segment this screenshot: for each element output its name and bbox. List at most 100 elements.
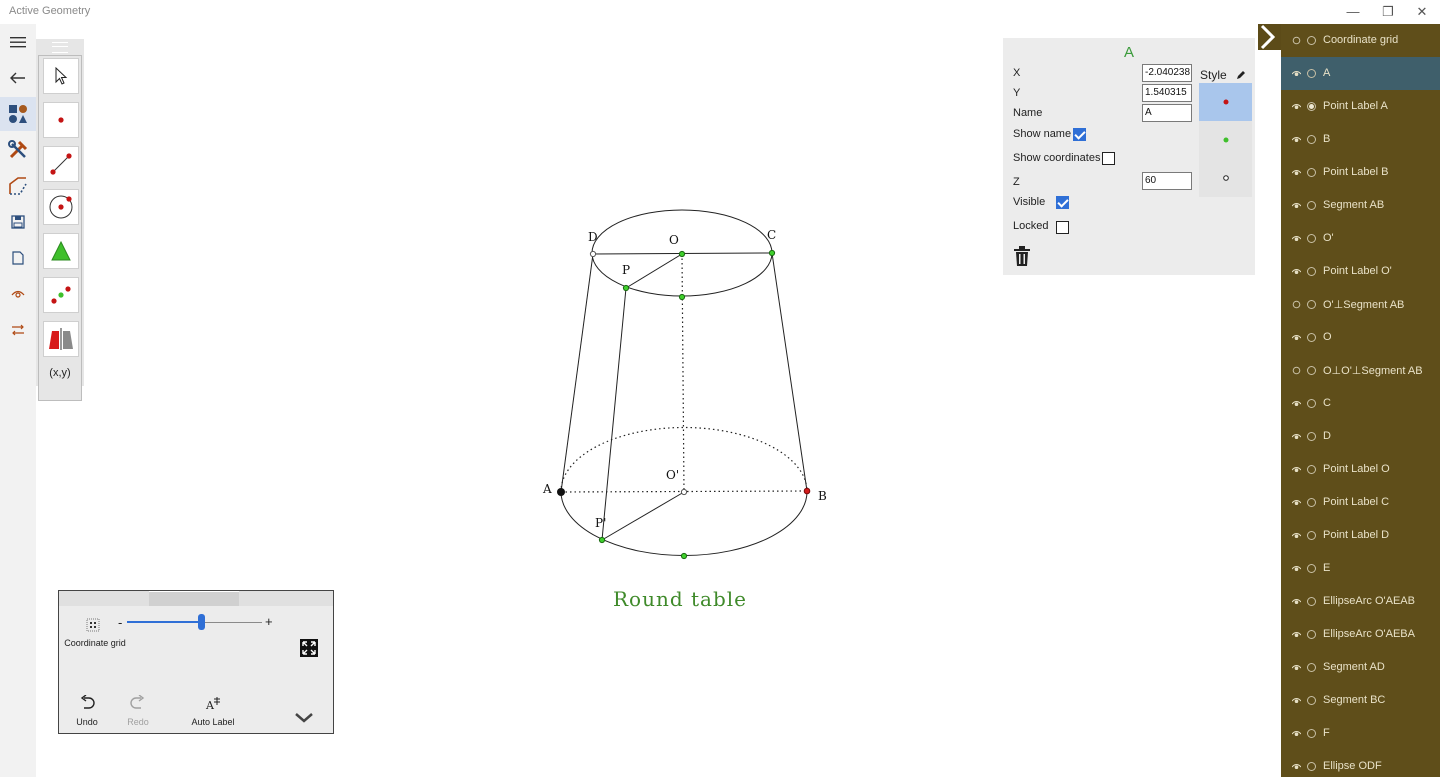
label-toggle-icon[interactable]	[1307, 234, 1316, 243]
transform-button[interactable]	[0, 169, 36, 203]
label-toggle-icon[interactable]	[1307, 564, 1316, 573]
eye-icon[interactable]	[1292, 465, 1301, 474]
label-o-prime[interactable]: O'	[666, 468, 679, 482]
object-list-row[interactable]: O'	[1281, 222, 1440, 255]
coordinate-grid-toggle[interactable]	[86, 618, 100, 632]
label-toggle-icon[interactable]	[1307, 102, 1316, 111]
delete-button[interactable]	[1013, 246, 1031, 266]
segment-tool[interactable]	[43, 146, 79, 182]
point-p-prime[interactable]	[598, 536, 606, 544]
object-list-row[interactable]: EllipseArc O'AEAB	[1281, 585, 1440, 618]
point-o[interactable]	[678, 250, 686, 258]
close-button[interactable]: ✕	[1407, 3, 1437, 21]
object-list-row[interactable]: Coordinate grid	[1281, 24, 1440, 57]
style-option-white[interactable]	[1199, 159, 1252, 197]
style-option-red[interactable]	[1199, 83, 1252, 121]
label-c[interactable]: C	[767, 228, 776, 242]
label-toggle-icon[interactable]	[1307, 531, 1316, 540]
label-a[interactable]: A	[542, 482, 552, 496]
save-button[interactable]	[0, 205, 36, 239]
auto-label-button[interactable]: A	[205, 696, 221, 712]
segment-pp[interactable]	[601, 287, 627, 541]
segment-bc[interactable]	[771, 252, 808, 492]
zoom-slider-thumb[interactable]	[198, 614, 206, 630]
label-toggle-icon[interactable]	[1307, 432, 1316, 441]
fullscreen-button[interactable]	[300, 639, 318, 657]
label-toggle-icon[interactable]	[1307, 696, 1316, 705]
label-p[interactable]: P	[622, 263, 630, 277]
palette-grip[interactable]	[52, 42, 68, 53]
back-button[interactable]	[0, 61, 36, 95]
point-b[interactable]	[803, 487, 811, 495]
object-list-row[interactable]: F	[1281, 717, 1440, 750]
bottom-back-arc[interactable]	[560, 426, 808, 493]
eye-icon[interactable]	[1292, 663, 1301, 672]
point-o-prime[interactable]	[680, 488, 688, 496]
object-list-row[interactable]: Segment AB	[1281, 189, 1440, 222]
label-toggle-icon[interactable]	[1307, 597, 1316, 606]
label-toggle-icon[interactable]	[1307, 465, 1316, 474]
object-list-row[interactable]: Point Label A	[1281, 90, 1440, 123]
label-toggle-icon[interactable]	[1307, 36, 1316, 45]
point-tool[interactable]	[43, 102, 79, 138]
object-list-row[interactable]: O	[1281, 321, 1440, 354]
z-field[interactable]: 60	[1142, 172, 1192, 190]
zoom-out-button[interactable]: -	[118, 615, 122, 630]
label-o[interactable]: O	[669, 233, 679, 247]
eye-icon[interactable]	[1292, 597, 1301, 606]
eye-icon[interactable]	[1292, 432, 1301, 441]
label-toggle-icon[interactable]	[1307, 729, 1316, 738]
minimize-button[interactable]: —	[1338, 3, 1368, 21]
object-list-row[interactable]: C	[1281, 387, 1440, 420]
eye-off-icon[interactable]	[1292, 36, 1301, 45]
label-toggle-icon[interactable]	[1307, 333, 1316, 342]
label-toggle-icon[interactable]	[1307, 498, 1316, 507]
zoom-in-button[interactable]: +	[265, 614, 273, 629]
restore-button[interactable]: ❐	[1373, 3, 1403, 21]
label-toggle-icon[interactable]	[1307, 300, 1316, 309]
collapse-panel-button[interactable]	[1258, 24, 1281, 50]
zoom-slider-track[interactable]	[127, 614, 262, 630]
point-c[interactable]	[768, 249, 776, 257]
object-list-row[interactable]: A	[1281, 57, 1440, 90]
locked-checkbox[interactable]	[1056, 221, 1069, 234]
y-field[interactable]: 1.540315	[1142, 84, 1192, 102]
eye-icon[interactable]	[1292, 564, 1301, 573]
label-toggle-icon[interactable]	[1307, 267, 1316, 276]
expand-panel-button[interactable]	[294, 711, 314, 723]
polygon-tool[interactable]	[43, 233, 79, 269]
label-b[interactable]: B	[818, 489, 827, 503]
undo-button[interactable]	[79, 694, 95, 711]
eye-icon[interactable]	[1292, 696, 1301, 705]
label-toggle-icon[interactable]	[1307, 630, 1316, 639]
segment-ad[interactable]	[560, 253, 594, 493]
segment-opp[interactable]	[601, 491, 685, 541]
label-d[interactable]: D	[588, 230, 598, 244]
figure-title[interactable]: Round table	[560, 587, 800, 611]
eye-icon[interactable]	[1292, 69, 1301, 78]
object-list-row[interactable]: Segment BC	[1281, 684, 1440, 717]
point-d[interactable]	[589, 250, 597, 258]
object-list-row[interactable]: Point Label O	[1281, 453, 1440, 486]
object-list-row[interactable]: Point Label O'	[1281, 255, 1440, 288]
point-p[interactable]	[622, 284, 630, 292]
label-toggle-icon[interactable]	[1307, 201, 1316, 210]
eye-off-icon[interactable]	[1292, 366, 1301, 375]
object-list-row[interactable]: D	[1281, 420, 1440, 453]
zoom-panel-grip[interactable]	[149, 591, 239, 606]
eye-icon[interactable]	[1292, 498, 1301, 507]
eye-icon[interactable]	[1292, 135, 1301, 144]
swap-button[interactable]	[0, 313, 36, 347]
object-list-row[interactable]: Ellipse ODF	[1281, 750, 1440, 777]
circle-tool[interactable]	[43, 189, 79, 225]
eye-icon[interactable]	[1292, 531, 1301, 540]
eye-icon[interactable]	[1292, 630, 1301, 639]
edit-style-button[interactable]	[1236, 67, 1246, 79]
name-field[interactable]: A	[1142, 104, 1192, 122]
object-list-row[interactable]: EllipseArc O'AEBA	[1281, 618, 1440, 651]
eye-icon[interactable]	[1292, 168, 1301, 177]
object-list-row[interactable]: Point Label D	[1281, 519, 1440, 552]
eye-icon[interactable]	[1292, 729, 1301, 738]
midpoint-tool[interactable]	[43, 277, 79, 313]
label-toggle-icon[interactable]	[1307, 69, 1316, 78]
